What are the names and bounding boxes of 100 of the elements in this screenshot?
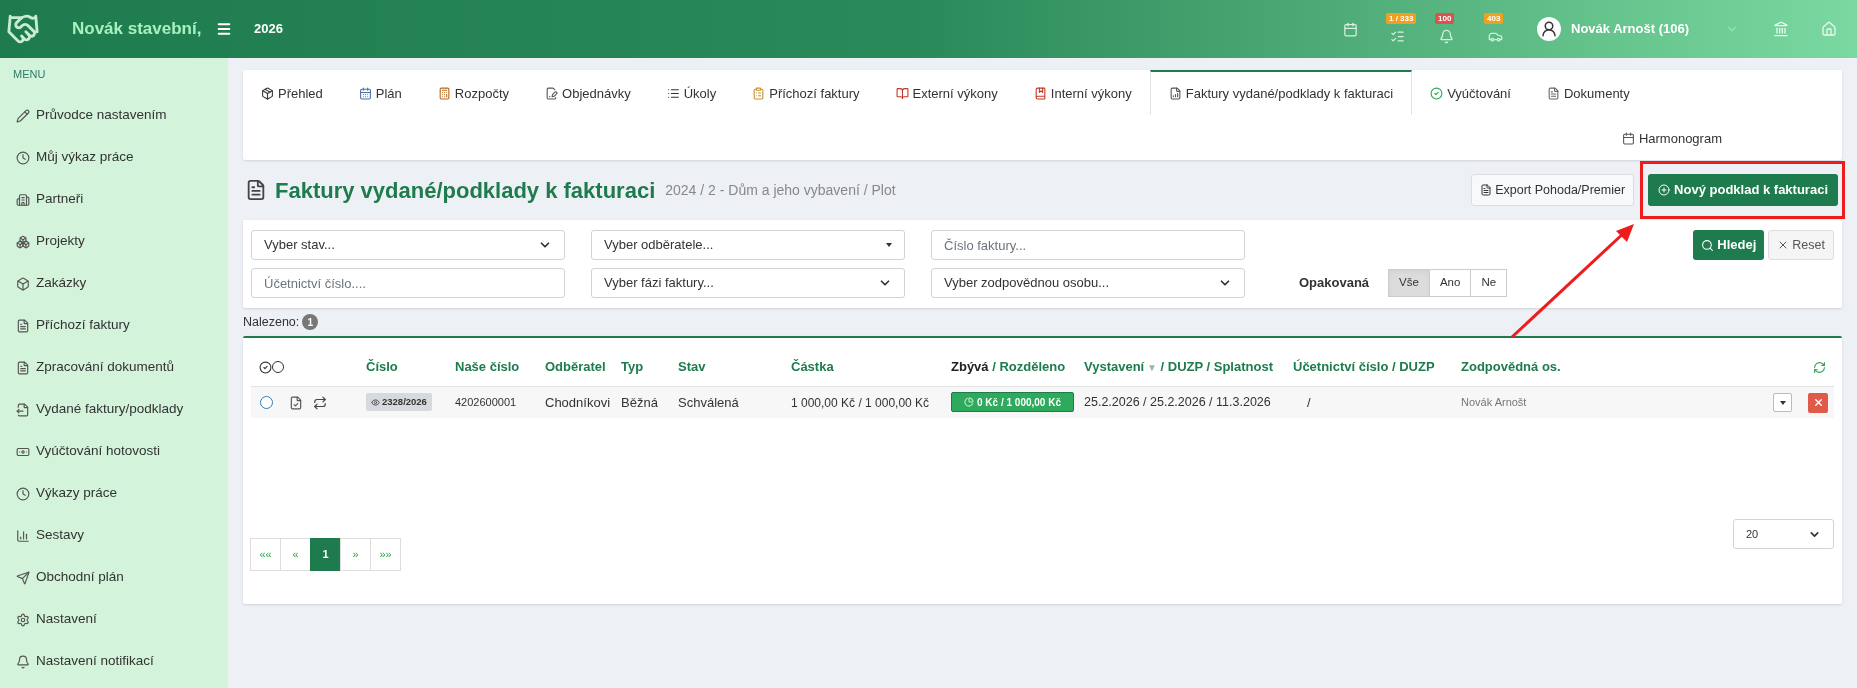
select-field[interactable]: Vyber zodpovědnou osobu...: [931, 268, 1245, 298]
row-radio[interactable]: [260, 396, 273, 409]
tab[interactable]: Externí výkony: [877, 70, 1016, 115]
tab[interactable]: Plán: [340, 70, 420, 115]
table-cell-text: Běžná: [621, 393, 659, 412]
tab-icon: [1546, 87, 1560, 100]
menu-item-icon: [16, 234, 30, 249]
tab[interactable]: Faktury vydané/podklady k fakturaci: [1149, 70, 1413, 115]
tab-icon: [261, 87, 274, 100]
tab[interactable]: Interní výkony: [1015, 70, 1150, 115]
table-cell-text: Novák Arnošt: [1461, 395, 1528, 411]
menu-item[interactable]: Zpracování dokumentů: [36, 357, 175, 378]
new-invoice-button[interactable]: Nový podklad k fakturaci: [1648, 174, 1838, 206]
page-link[interactable]: 1: [310, 538, 341, 571]
delete-button[interactable]: [1808, 392, 1828, 413]
count-badge: 1 / 333: [1386, 13, 1417, 24]
select-field[interactable]: Vyber stav...: [251, 230, 565, 260]
tab-icon: [666, 87, 680, 100]
table-cell-text: 4202600001: [455, 395, 518, 411]
menu-item[interactable]: Průvodce nastavením: [36, 105, 167, 126]
text-input-field[interactable]: Účetnictví číslo....: [251, 268, 565, 298]
menu-item[interactable]: Sestavy: [36, 525, 85, 546]
menu-icon[interactable]: [216, 21, 232, 37]
tab-icon: [545, 87, 559, 100]
export-button[interactable]: Export Pohoda/Premier: [1471, 174, 1635, 206]
pie-chart-icon: [964, 397, 974, 408]
tab[interactable]: Vyúčtování: [1412, 70, 1529, 115]
eye-icon: [371, 397, 380, 407]
menu-item[interactable]: Příchozí faktury: [36, 315, 130, 336]
column-header[interactable]: Typ: [621, 357, 678, 377]
person-icon: [1540, 20, 1558, 38]
menu-item-icon: [16, 360, 30, 375]
menu-item[interactable]: Projekty: [36, 231, 85, 252]
document-icon: [245, 179, 267, 201]
tab-icon: [1033, 87, 1047, 100]
text-input-field[interactable]: Číslo faktury...: [931, 230, 1245, 260]
avatar[interactable]: [1537, 17, 1561, 41]
document-check-icon[interactable]: [289, 395, 303, 410]
table-cell-text: Schválená: [678, 393, 740, 412]
menu-item[interactable]: Partneři: [36, 189, 84, 210]
column-header[interactable]: Naše číslo: [455, 357, 545, 377]
menu-item[interactable]: Obchodní plán: [36, 567, 124, 588]
tab[interactable]: Přehled: [243, 70, 341, 115]
column-header[interactable]: Stav: [678, 357, 791, 377]
invoice-number-badge[interactable]: 2328/2026: [366, 393, 432, 412]
menu-item[interactable]: Vyúčtování hotovosti: [36, 441, 161, 462]
menu-item-icon: [16, 570, 30, 585]
tab[interactable]: Úkoly: [648, 70, 735, 115]
handshake-logo-icon: [6, 12, 40, 46]
menu-item[interactable]: Nastavení notifikací: [36, 651, 154, 672]
tab-icon: [1168, 87, 1182, 100]
bell-icon[interactable]: [1439, 29, 1454, 44]
select-all-icon[interactable]: [259, 360, 272, 374]
toggle-option[interactable]: Ne: [1470, 269, 1508, 297]
tab-icon: [1430, 87, 1444, 100]
table-row[interactable]: 2328/2026 4202600001 Chodníkovi Běžná Schválená 1 000,00 Kč / 1 000,00 Kč 0 Kč / 1 000,00 Kč 25.2.2026 / 25.2.2026 / 11.3.2026 / Novák Arnošt: [251, 386, 1834, 418]
menu-item-icon: [16, 192, 30, 207]
page-size-select[interactable]: 20: [1733, 519, 1834, 549]
menu-item[interactable]: Můj výkaz práce: [36, 147, 134, 168]
table-cell-text: 1 000,00 Kč / 1 000,00 Kč: [791, 394, 931, 412]
tab[interactable]: Rozpočty: [419, 70, 528, 115]
menu-item-icon: [16, 150, 30, 165]
tab[interactable]: Harmonogram: [1603, 115, 1740, 160]
year-label: 2026: [254, 20, 283, 39]
refresh-icon[interactable]: [1813, 360, 1826, 374]
found-label: Nalezeno:: [243, 313, 300, 331]
menu-item[interactable]: Výkazy práce: [36, 483, 118, 504]
recurring-label: Opakovaná: [1299, 274, 1370, 293]
search-icon: [1701, 238, 1715, 252]
toggle-option[interactable]: Vše: [1388, 269, 1430, 297]
tab[interactable]: Dokumenty: [1528, 70, 1648, 115]
tab[interactable]: Objednávky: [527, 70, 649, 115]
menu-heading: MENU: [12, 67, 47, 82]
dropdown-button[interactable]: [1773, 393, 1792, 412]
column-header[interactable]: Vystavení ▼ / DUZP / Splatnost: [1084, 357, 1293, 377]
toggle-option[interactable]: Ano: [1428, 269, 1472, 297]
repeat-icon[interactable]: [313, 395, 327, 410]
menu-item[interactable]: Zakázky: [36, 273, 87, 294]
column-header[interactable]: Účetnictví číslo / DUZP: [1293, 357, 1461, 377]
select-field[interactable]: Vyber odběratele...: [591, 230, 905, 260]
column-header[interactable]: Zodpovědná os.: [1461, 357, 1611, 377]
column-header[interactable]: Zbývá / Rozděleno: [951, 357, 1084, 377]
close-icon: [1812, 397, 1824, 408]
tab-icon: [895, 87, 909, 100]
menu-item[interactable]: Vydané faktury/podklady: [36, 399, 184, 420]
reset-button[interactable]: Reset: [1768, 230, 1834, 260]
select-field[interactable]: Vyber fázi faktury...: [591, 268, 905, 298]
column-header[interactable]: Číslo: [366, 357, 455, 377]
search-button[interactable]: Hledej: [1693, 230, 1765, 260]
count-badge: 1: [302, 314, 319, 330]
company-name: Novák stavební,: [72, 18, 203, 41]
column-header[interactable]: Odběratel: [545, 357, 621, 377]
table-cell-text: /: [1306, 393, 1312, 412]
tab-icon: [358, 87, 372, 100]
tab[interactable]: Příchozí faktury: [734, 70, 878, 115]
document-icon: [1480, 184, 1493, 196]
checklist-icon[interactable]: [1390, 29, 1405, 44]
column-header[interactable]: Částka: [791, 357, 951, 377]
calendar-icon[interactable]: [1343, 21, 1358, 37]
menu-item[interactable]: Nastavení: [36, 609, 97, 630]
